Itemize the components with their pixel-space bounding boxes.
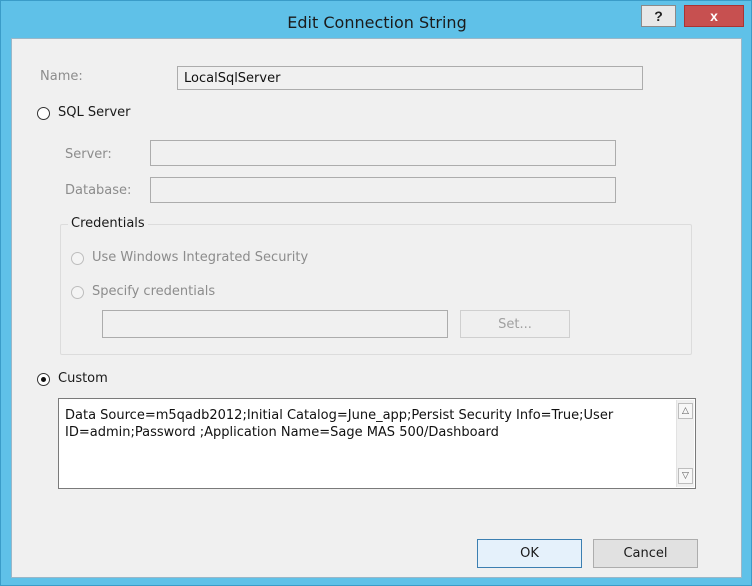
database-field[interactable] bbox=[150, 177, 616, 203]
scroll-up-icon[interactable]: △ bbox=[678, 403, 693, 419]
server-field[interactable] bbox=[150, 140, 616, 166]
scroll-down-icon[interactable]: ▽ bbox=[678, 468, 693, 484]
connection-string-textarea[interactable]: Data Source=m5qadb2012;Initial Catalog=J… bbox=[58, 398, 696, 489]
name-field-value: LocalSqlServer bbox=[184, 71, 281, 86]
server-field-value bbox=[151, 141, 615, 149]
close-icon: x bbox=[710, 8, 718, 24]
dialog-window: Edit Connection String ? x Name: LocalSq… bbox=[0, 0, 752, 586]
custom-radio[interactable] bbox=[37, 373, 50, 386]
help-icon: ? bbox=[654, 8, 663, 24]
textarea-scrollbar[interactable]: △ ▽ bbox=[676, 400, 694, 487]
specify-credentials-radio[interactable] bbox=[71, 286, 84, 299]
ok-button[interactable]: OK bbox=[477, 539, 582, 568]
custom-radio-dot bbox=[41, 377, 46, 382]
credentials-field-value bbox=[103, 311, 447, 319]
use-windows-label: Use Windows Integrated Security bbox=[92, 250, 309, 265]
dialog-title: Edit Connection String bbox=[287, 13, 467, 32]
help-button[interactable]: ? bbox=[641, 5, 676, 27]
cancel-button[interactable]: Cancel bbox=[593, 539, 698, 568]
sql-server-radio[interactable] bbox=[37, 107, 50, 120]
server-label: Server: bbox=[65, 147, 112, 162]
credentials-field[interactable] bbox=[102, 310, 448, 338]
custom-label: Custom bbox=[58, 371, 108, 386]
credentials-legend: Credentials bbox=[68, 216, 148, 231]
specify-credentials-label: Specify credentials bbox=[92, 284, 216, 299]
dialog-body: Name: LocalSqlServer SQL Server Server: … bbox=[11, 38, 742, 578]
connection-string-text: Data Source=m5qadb2012;Initial Catalog=J… bbox=[65, 408, 614, 440]
close-button[interactable]: x bbox=[684, 5, 744, 27]
name-field[interactable]: LocalSqlServer bbox=[177, 66, 643, 90]
name-label: Name: bbox=[40, 69, 83, 84]
use-windows-radio[interactable] bbox=[71, 252, 84, 265]
database-label: Database: bbox=[65, 183, 132, 198]
database-field-value bbox=[151, 178, 615, 186]
set-button[interactable]: Set... bbox=[460, 310, 570, 338]
sql-server-label: SQL Server bbox=[58, 105, 131, 120]
